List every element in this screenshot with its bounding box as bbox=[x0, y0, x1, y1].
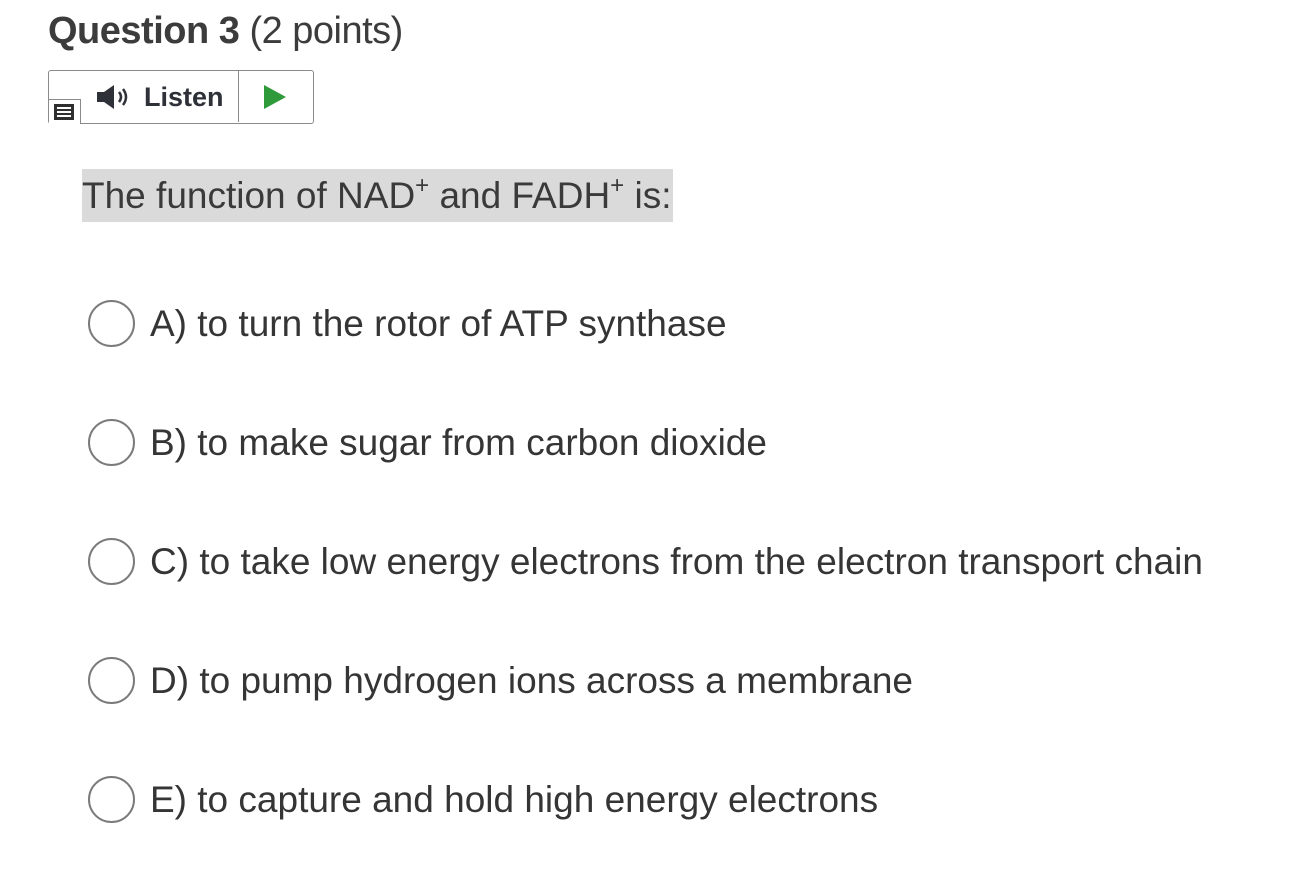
option-label-d: D) to pump hydrogen ions across a membra… bbox=[150, 660, 913, 701]
prompt-superscript-1: + bbox=[415, 171, 430, 199]
listen-label: Listen bbox=[144, 82, 224, 112]
radio-button-c[interactable] bbox=[88, 538, 135, 585]
prompt-text-2: and FADH bbox=[429, 175, 611, 216]
speaker-icon bbox=[97, 85, 128, 109]
prompt-text-3: is: bbox=[624, 175, 672, 216]
prompt-superscript-2: + bbox=[610, 171, 625, 199]
radio-button-b[interactable] bbox=[88, 419, 135, 466]
radio-button-a[interactable] bbox=[88, 300, 135, 347]
question-prompt: The function of NAD+ and FADH+ is: bbox=[82, 169, 674, 222]
play-icon bbox=[264, 85, 286, 109]
option-label-c: C) to take low energy electrons from the… bbox=[150, 541, 1203, 582]
menu-icon bbox=[54, 104, 74, 120]
question-title: Question 3 bbox=[48, 10, 240, 52]
listen-button[interactable]: Listen bbox=[82, 71, 239, 122]
radio-button-e[interactable] bbox=[88, 776, 135, 823]
prompt-text-1: The function of NAD bbox=[82, 175, 416, 216]
question-header: Question 3 (2 points) bbox=[48, 10, 403, 53]
listen-toolbar: Listen bbox=[48, 70, 314, 124]
listen-menu-button[interactable] bbox=[49, 99, 81, 124]
play-button[interactable] bbox=[240, 71, 312, 122]
option-label-e: E) to capture and hold high energy elect… bbox=[150, 779, 879, 820]
option-label-b: B) to make sugar from carbon dioxide bbox=[150, 422, 767, 463]
radio-button-d[interactable] bbox=[88, 657, 135, 704]
option-label-a: A) to turn the rotor of ATP synthase bbox=[150, 303, 727, 344]
question-points: (2 points) bbox=[249, 10, 403, 52]
